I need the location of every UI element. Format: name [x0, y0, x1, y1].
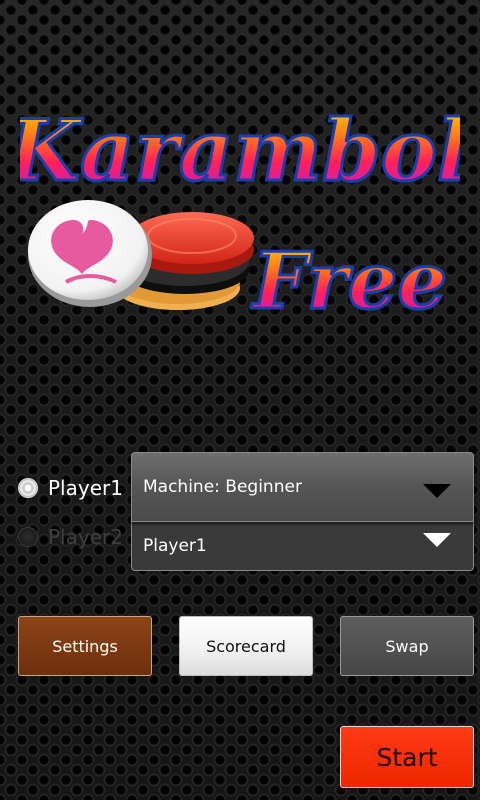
logo-line1: Karambol: [20, 101, 460, 200]
settings-button[interactable]: Settings: [18, 616, 152, 676]
logo-line2: Free: [251, 236, 447, 327]
player2-opponent-select[interactable]: Player1: [131, 521, 474, 571]
carrom-coins-image: [28, 200, 254, 310]
dropdown-arrow-icon: [423, 484, 451, 498]
player1-radio-row[interactable]: Player1: [18, 473, 123, 503]
player2-radio-row[interactable]: Player2: [18, 522, 123, 552]
player2-label: Player2: [48, 525, 123, 549]
karambol-free-logo: Karambol Free: [20, 60, 460, 330]
player2-radio[interactable]: [18, 527, 38, 547]
player1-opponent-select[interactable]: Machine: Beginner: [131, 452, 474, 522]
scorecard-button[interactable]: Scorecard: [179, 616, 313, 676]
player1-radio[interactable]: [18, 478, 38, 498]
dropdown-arrow-icon: [423, 533, 451, 547]
swap-button[interactable]: Swap: [340, 616, 474, 676]
start-button[interactable]: Start: [340, 726, 474, 788]
player1-label: Player1: [48, 476, 123, 500]
